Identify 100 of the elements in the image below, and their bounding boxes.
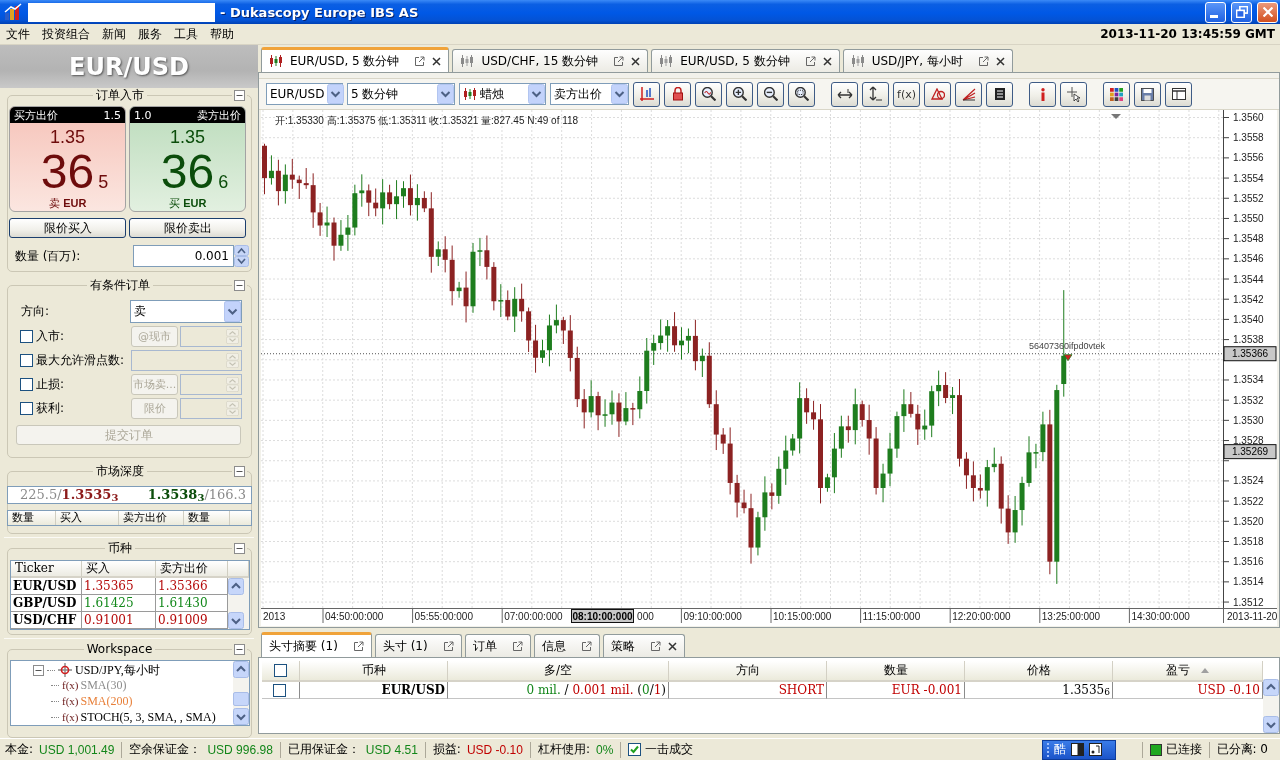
toolbar-button[interactable] [1060,81,1087,107]
chart-tab[interactable]: USD/JPY, 每小时 [842,49,1013,72]
close-icon[interactable] [667,641,677,651]
pop-out-icon[interactable] [613,55,625,67]
scroll-down-icon[interactable] [1263,716,1279,733]
pop-out-icon[interactable] [511,640,523,652]
chart-type-select[interactable]: 蜡烛 [459,83,546,105]
column-header[interactable]: 价格 [965,661,1113,682]
column-header[interactable]: 盈亏 [1113,661,1263,682]
pop-out-icon[interactable] [649,640,661,652]
punctuation-icon[interactable] [1088,743,1102,756]
restore-button[interactable] [1231,1,1252,23]
toolbar-button[interactable] [924,81,951,107]
direction-select[interactable]: 卖 [130,300,242,323]
panel-tab[interactable]: 头寸摘要 (1) [261,632,372,657]
number-field[interactable] [180,326,242,347]
scroll-thumb[interactable] [233,692,249,706]
ime-toolbar[interactable]: 酷 [1041,739,1116,760]
close-icon[interactable] [995,56,1005,66]
chart-tab[interactable]: USD/CHF, 15 数分钟 [452,49,649,72]
number-field[interactable] [131,350,242,371]
dropdown-arrow-icon[interactable] [224,301,241,322]
menu-item[interactable]: 文件 [6,25,30,43]
checkbox[interactable] [273,683,286,697]
chart-tab[interactable]: EUR/USD, 5 数分钟 [651,49,840,72]
menu-item[interactable]: 服务 [138,25,162,43]
menu-item[interactable]: 工具 [174,25,198,43]
collapse-icon[interactable] [234,465,245,477]
toolbar-button[interactable] [955,81,982,107]
tree-item[interactable]: f(x) SMA(200) [62,694,133,709]
limit-order-button[interactable]: 限价卖出 [129,218,246,238]
toolbar-button[interactable] [664,81,691,107]
menu-item[interactable]: 新闻 [102,25,126,43]
scroll-down-icon[interactable] [228,612,244,629]
period-select[interactable]: 5 数分钟 [347,83,455,105]
triangle-marker-icon[interactable] [1111,114,1121,119]
toolbar-button[interactable] [986,81,1013,107]
column-header[interactable]: 多/空 [448,661,669,682]
spinner-icon[interactable] [234,245,249,267]
close-icon[interactable] [432,56,442,66]
checkbox[interactable] [628,743,642,756]
scroll-up-icon[interactable] [228,578,244,595]
toolbar-button[interactable] [1029,81,1056,107]
toolbar-button[interactable] [1165,81,1192,107]
menu-item[interactable]: 帮助 [210,25,234,43]
amount-field[interactable]: 0.001 [133,245,234,267]
column-header[interactable]: 数量 [827,661,965,682]
pop-out-icon[interactable] [977,55,989,67]
panel-tab[interactable]: 订单 [464,634,531,657]
collapse-icon[interactable] [234,89,245,101]
ticker-cell[interactable]: GBP/USD [11,595,82,612]
toolbar-button[interactable] [831,81,858,107]
limit-order-button[interactable]: 限价买入 [9,218,126,238]
sell-price-tile[interactable]: 买方出价 1.5 1.35 36 5 卖 EUR [9,106,126,212]
checkbox[interactable] [20,330,33,343]
scroll-up-icon[interactable] [233,661,249,678]
chart-tab[interactable]: EUR/USD, 5 数分钟 [261,47,450,72]
toolbar-button[interactable] [757,81,784,107]
checkbox[interactable] [20,378,33,391]
tree-item[interactable]: USD/JPY,每小时 [75,661,160,679]
collapse-icon[interactable] [234,279,245,291]
checkbox[interactable] [20,354,33,367]
toolbar-button[interactable] [633,81,660,107]
function-button[interactable]: f(x) [893,81,920,107]
toolbar-button[interactable] [726,81,753,107]
tree-item[interactable]: f(x) SMA(30) [62,678,127,694]
menu-item[interactable]: 投资组合 [42,25,90,43]
close-icon[interactable] [822,56,832,66]
collapse-icon[interactable] [234,643,245,655]
order-marker-icon[interactable] [1063,354,1073,362]
collapse-icon[interactable] [234,542,245,554]
tree-item[interactable]: f(x) STOCH(5, 3, SMA, , SMA) [62,709,216,725]
column-header[interactable]: 币种 [300,661,448,682]
panel-tab[interactable]: 策略 [602,634,685,657]
pop-out-icon[interactable] [804,55,816,67]
checkbox[interactable] [274,664,287,677]
minimize-button[interactable] [1205,1,1226,23]
collapse-icon[interactable] [33,664,44,676]
close-icon[interactable] [631,56,641,66]
scroll-up-icon[interactable] [1263,679,1279,696]
toolbar-button[interactable] [1134,81,1161,107]
toolbar-button[interactable] [862,81,889,107]
pop-out-icon[interactable] [580,640,592,652]
pop-out-icon[interactable] [442,640,454,652]
toolbar-button[interactable] [1103,81,1130,107]
panel-tab[interactable]: 头寸 (1) [374,634,462,657]
price-side-select[interactable]: 卖方出价 [550,83,629,105]
toolbar-button[interactable] [788,81,815,107]
toolbar-button[interactable] [695,81,722,107]
column-header[interactable]: 方向 [669,661,827,682]
instrument-select[interactable]: EUR/USD [266,83,343,105]
ticker-cell[interactable]: EUR/USD [11,578,82,595]
pop-out-icon[interactable] [414,55,426,67]
ticker-cell[interactable]: USD/CHF [11,612,82,629]
number-field[interactable] [180,374,242,395]
panel-tab[interactable]: 信息 [533,634,600,657]
number-field[interactable] [180,398,242,419]
pop-out-icon[interactable] [352,640,364,652]
checkbox[interactable] [20,402,33,415]
buy-price-tile[interactable]: 1.0 卖方出价 1.35 36 6 买 EUR [129,106,246,212]
